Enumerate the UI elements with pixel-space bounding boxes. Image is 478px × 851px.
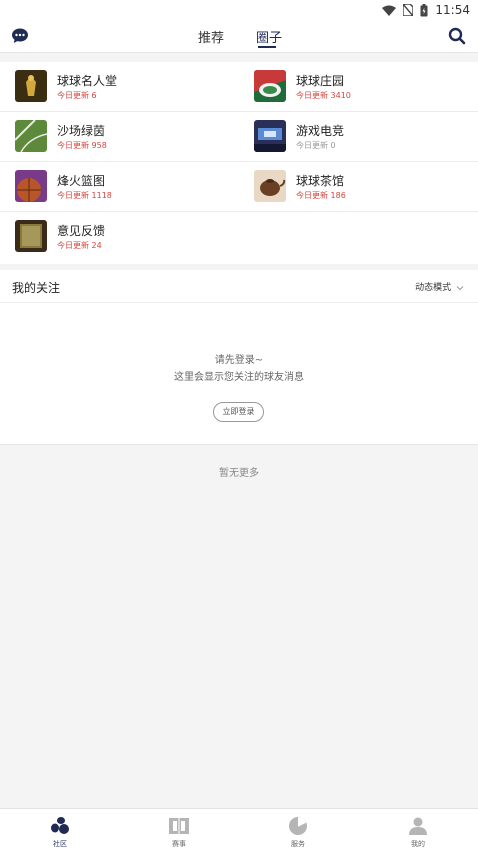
circle-thumb-esports — [254, 120, 286, 152]
circle-item-football[interactable]: 沙场绿茵 今日更新 958 — [15, 112, 245, 162]
tab-label: 赛事 — [172, 840, 186, 848]
circle-item-manor[interactable]: 球球庄园 今日更新 3410 — [254, 62, 478, 112]
tab-mine[interactable]: 我的 — [388, 809, 448, 851]
tab-label: 我的 — [411, 840, 425, 848]
circle-update-count: 今日更新 6 — [57, 91, 97, 100]
circle-row: 球球名人堂 今日更新 6 球球庄园 今日更新 3410 — [0, 62, 478, 112]
chat-bubble-icon[interactable] — [11, 27, 29, 45]
circle-item-feedback[interactable]: 意见反馈 今日更新 24 — [15, 212, 245, 262]
user-icon — [409, 817, 427, 835]
wifi-icon — [382, 5, 397, 16]
matches-icon — [169, 818, 189, 834]
circle-update-count: 今日更新 958 — [57, 141, 107, 150]
status-time: 11:54 — [435, 3, 470, 17]
login-tip-primary: 请先登录~ — [214, 355, 264, 366]
circle-update-count: 今日更新 0 — [296, 141, 336, 150]
circle-name: 球球茶馆 — [296, 174, 345, 188]
circle-update-count: 今日更新 24 — [57, 241, 102, 250]
circle-name: 烽火篮图 — [57, 174, 106, 188]
no-sim-icon — [403, 4, 414, 16]
circle-thumb-basketball — [15, 170, 47, 202]
bottom-tab-bar: 社区 赛事 服务 我的 — [0, 808, 478, 851]
circle-name: 球球庄园 — [296, 74, 345, 88]
tab-matches[interactable]: 赛事 — [149, 809, 209, 851]
circle-item-basketball[interactable]: 烽火篮图 今日更新 1118 — [15, 162, 245, 212]
circle-name: 游戏电竞 — [296, 124, 345, 138]
tab-recommend[interactable]: 推荐 — [198, 27, 224, 46]
circle-thumb-manor — [254, 70, 286, 102]
tab-label: 服务 — [291, 840, 305, 848]
my-follow-title: 我的关注 — [12, 281, 61, 295]
login-tip-secondary: 这里会显示您关注的球友消息 — [174, 372, 304, 383]
login-prompt: 请先登录~ 这里会显示您关注的球友消息 立即登录 — [0, 303, 478, 445]
tab-label: 社区 — [53, 840, 67, 848]
circle-list: 球球名人堂 今日更新 6 球球庄园 今日更新 3410 沙场绿茵 今日更新 95… — [0, 62, 478, 264]
circle-thumb-hall-of-fame — [15, 70, 47, 102]
circle-row: 烽火篮图 今日更新 1118 球球茶馆 今日更新 186 — [0, 162, 478, 212]
circle-thumb-football — [15, 120, 47, 152]
circle-thumb-teahouse — [254, 170, 286, 202]
status-bar: 11:54 — [0, 0, 478, 20]
community-icon — [51, 817, 69, 834]
circle-update-count: 今日更新 3410 — [296, 91, 351, 100]
circle-name: 沙场绿茵 — [57, 124, 106, 138]
circle-thumb-feedback — [15, 220, 47, 252]
my-follow-header: 我的关注 动态模式 — [0, 270, 478, 303]
battery-icon — [420, 3, 428, 16]
tab-circle[interactable]: 圈子 — [256, 27, 282, 48]
circle-name: 球球名人堂 — [57, 74, 118, 88]
circle-name: 意见反馈 — [57, 224, 106, 238]
services-icon — [289, 817, 307, 835]
chevron-down-icon — [456, 285, 464, 290]
feed-mode-label: 动态模式 — [415, 283, 452, 293]
circle-update-count: 今日更新 186 — [296, 191, 346, 200]
circle-row: 意见反馈 今日更新 24 — [0, 212, 478, 262]
tab-community[interactable]: 社区 — [30, 809, 90, 851]
circle-item-esports[interactable]: 游戏电竞 今日更新 0 — [254, 112, 478, 162]
tab-services[interactable]: 服务 — [268, 809, 328, 851]
circle-update-count: 今日更新 1118 — [57, 191, 112, 200]
search-icon[interactable] — [448, 27, 466, 45]
feed-mode-selector[interactable]: 动态模式 — [415, 280, 464, 293]
circle-item-teahouse[interactable]: 球球茶馆 今日更新 186 — [254, 162, 478, 212]
circle-item-hall-of-fame[interactable]: 球球名人堂 今日更新 6 — [15, 62, 245, 112]
circle-row: 沙场绿茵 今日更新 958 游戏电竞 今日更新 0 — [0, 112, 478, 162]
login-button[interactable]: 立即登录 — [213, 402, 264, 422]
no-more-text: 暂无更多 — [219, 468, 259, 479]
top-nav: 推荐 圈子 — [0, 20, 478, 53]
